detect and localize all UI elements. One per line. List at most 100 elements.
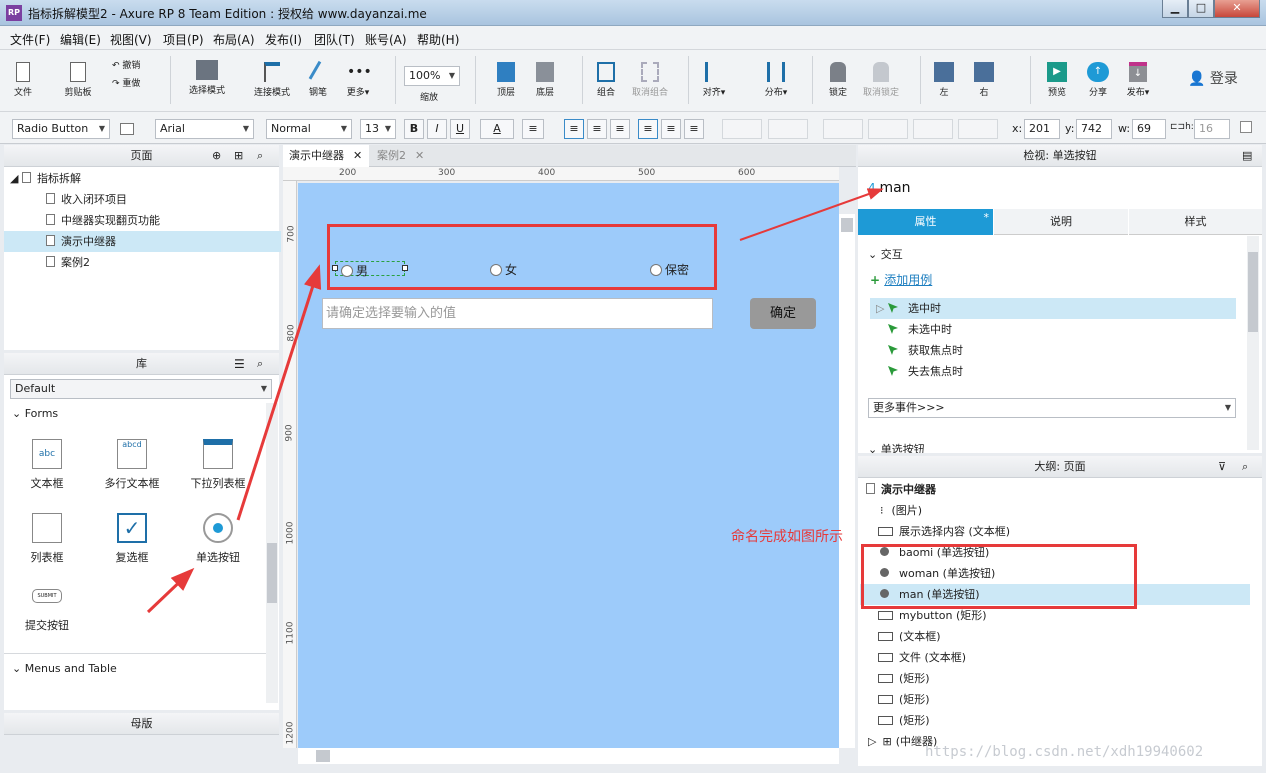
font-style-select[interactable]: Normal ▼ bbox=[266, 119, 352, 139]
outline-item-image[interactable]: ⁝ (图片) bbox=[860, 500, 1250, 521]
outline-item-textbox2[interactable]: (文本框) bbox=[860, 626, 1250, 647]
minimize-button[interactable]: ▁ bbox=[1162, 0, 1188, 18]
selection-input[interactable]: 请确定选择要输入的值 bbox=[322, 298, 713, 329]
align-bottom-icon[interactable]: ≡ bbox=[684, 119, 704, 139]
lib-radio[interactable]: 单选按钮 bbox=[178, 513, 258, 565]
search-icon[interactable]: ⌕ bbox=[257, 145, 263, 167]
underline-button[interactable]: U bbox=[450, 119, 470, 139]
share-button[interactable]: ↑ 分享 bbox=[1087, 62, 1109, 98]
forms-section[interactable]: ⌄ Forms bbox=[12, 407, 58, 420]
page-root[interactable]: ◢ 指标拆解 bbox=[4, 168, 281, 189]
font-family-select[interactable]: Arial ▼ bbox=[155, 119, 254, 139]
outline-item-textbox[interactable]: 展示选择内容 (文本框) bbox=[860, 521, 1250, 542]
more-button[interactable]: ••• 更多▾ bbox=[344, 62, 372, 98]
x-input[interactable]: 201 bbox=[1024, 119, 1060, 139]
add-page-icon[interactable]: ⊕ bbox=[212, 145, 221, 167]
tab-properties[interactable]: 属性 * bbox=[858, 209, 993, 235]
preview-button[interactable]: ▶ 预览 bbox=[1046, 62, 1068, 98]
search-icon[interactable]: ⌕ bbox=[1242, 456, 1248, 478]
outline-item-rect3[interactable]: (矩形) bbox=[860, 710, 1250, 731]
menu-layout[interactable]: 布局(A) bbox=[213, 31, 255, 48]
lock-button[interactable]: 锁定 bbox=[826, 62, 850, 98]
filter-icon[interactable]: ⊽ bbox=[1218, 456, 1226, 478]
outline-item-rect2[interactable]: (矩形) bbox=[860, 689, 1250, 710]
h-input[interactable]: 16 bbox=[1194, 119, 1230, 139]
publish-button[interactable]: ↓ 发布▾ bbox=[1125, 62, 1151, 98]
outline-item-file[interactable]: 文件 (文本框) bbox=[860, 647, 1250, 668]
search-icon[interactable]: ⌕ bbox=[257, 353, 263, 375]
unlock-button[interactable]: 取消锁定 bbox=[862, 62, 900, 98]
tab-notes[interactable]: 说明 bbox=[994, 209, 1128, 235]
add-folder-icon[interactable]: ⊞ bbox=[234, 145, 243, 167]
connect-mode-button[interactable]: 连接模式 bbox=[252, 62, 292, 98]
style-edit-icon[interactable] bbox=[120, 123, 134, 135]
interaction-section[interactable]: ⌄ 交互 bbox=[868, 246, 903, 262]
file-button[interactable]: 文件 bbox=[10, 62, 36, 98]
shadow-icon[interactable] bbox=[768, 119, 808, 139]
lock-ratio-icon[interactable]: ⊏⊐h: bbox=[1170, 122, 1194, 132]
align-top-icon[interactable]: ≡ bbox=[638, 119, 658, 139]
menus-table-section[interactable]: ⌄ Menus and Table bbox=[12, 662, 117, 675]
line-style-icon[interactable] bbox=[913, 119, 953, 139]
bold-button[interactable]: B bbox=[404, 119, 424, 139]
pen-button[interactable]: 钢笔 bbox=[306, 60, 330, 98]
menu-help[interactable]: 帮助(H) bbox=[417, 31, 459, 48]
lib-checkbox[interactable]: ✓ 复选框 bbox=[92, 513, 172, 565]
menu-file[interactable]: 文件(F) bbox=[10, 31, 50, 48]
menu-team[interactable]: 团队(T) bbox=[314, 31, 355, 48]
lib-textbox[interactable]: abc 文本框 bbox=[7, 439, 87, 491]
canvas-scrollbar-v[interactable] bbox=[839, 214, 855, 748]
close-button[interactable]: ✕ bbox=[1214, 0, 1260, 18]
menu-view[interactable]: 视图(V) bbox=[110, 31, 152, 48]
tab-demo-repeater[interactable]: 演示中继器 ✕ bbox=[283, 145, 369, 167]
hidden-checkbox[interactable] bbox=[1240, 121, 1252, 133]
send-to-back-button[interactable]: 底层 bbox=[533, 62, 557, 98]
widget-name[interactable]: 4 man bbox=[868, 180, 911, 196]
line-width-icon[interactable] bbox=[868, 119, 908, 139]
undo-button[interactable]: ↶ 撤销 bbox=[112, 58, 140, 71]
event-on-unselected[interactable]: 未选中时 bbox=[870, 319, 1236, 340]
line-color-icon[interactable] bbox=[823, 119, 863, 139]
arrow-style-icon[interactable] bbox=[958, 119, 998, 139]
menu-publish[interactable]: 发布(I) bbox=[265, 31, 302, 48]
y-input[interactable]: 742 bbox=[1076, 119, 1112, 139]
page-item[interactable]: 中继器实现翻页功能 bbox=[4, 210, 281, 231]
align-right-icon[interactable]: ≡ bbox=[610, 119, 630, 139]
tab-style[interactable]: 样式 bbox=[1129, 209, 1262, 235]
bring-to-front-button[interactable]: 顶层 bbox=[494, 62, 518, 98]
menu-project[interactable]: 项目(P) bbox=[163, 31, 204, 48]
menu-icon[interactable]: ☰ bbox=[234, 353, 245, 375]
tab-case2[interactable]: 案例2 ✕ bbox=[371, 145, 429, 167]
lib-listbox[interactable]: 列表框 bbox=[7, 513, 87, 565]
lib-textarea[interactable]: abcd 多行文本框 bbox=[92, 439, 172, 491]
clipboard-button[interactable]: 剪贴板 bbox=[62, 62, 94, 98]
event-on-focus[interactable]: 获取焦点时 bbox=[870, 340, 1236, 361]
group-button[interactable]: 组合 bbox=[594, 62, 618, 98]
outline-item-rect1[interactable]: (矩形) bbox=[860, 668, 1250, 689]
inspector-scrollbar[interactable] bbox=[1247, 236, 1259, 450]
more-events-select[interactable]: 更多事件>>> ▼ bbox=[868, 398, 1236, 418]
select-mode-button[interactable]: 选择模式 bbox=[180, 60, 234, 96]
ungroup-button[interactable]: 取消组合 bbox=[630, 62, 670, 98]
event-on-blur[interactable]: 失去焦点时 bbox=[870, 361, 1236, 382]
align-button[interactable]: 对齐▾ bbox=[700, 62, 728, 98]
login-button[interactable]: 👤 登录 bbox=[1188, 68, 1238, 88]
add-case-link[interactable]: + 添加用例 bbox=[870, 271, 932, 288]
menu-account[interactable]: 账号(A) bbox=[365, 31, 407, 48]
event-on-selected[interactable]: ▷ 选中时 bbox=[870, 298, 1236, 319]
close-icon[interactable]: ✕ bbox=[353, 145, 362, 167]
page-item[interactable]: 案例2 bbox=[4, 252, 281, 273]
confirm-button[interactable]: 确定 bbox=[750, 298, 816, 329]
widget-type-select[interactable]: Radio Button ▼ bbox=[12, 119, 110, 139]
w-input[interactable]: 69 bbox=[1132, 119, 1166, 139]
fill-color-icon[interactable] bbox=[722, 119, 762, 139]
align-middle-icon[interactable]: ≡ bbox=[661, 119, 681, 139]
close-icon[interactable]: ✕ bbox=[415, 145, 424, 167]
font-color-button[interactable]: A bbox=[480, 119, 514, 139]
library-scrollbar[interactable] bbox=[266, 403, 278, 703]
align-left-icon[interactable]: ≡ bbox=[564, 119, 584, 139]
align-center-icon[interactable]: ≡ bbox=[587, 119, 607, 139]
notes-icon[interactable]: ▤ bbox=[1242, 145, 1252, 167]
canvas-scrollbar-h[interactable] bbox=[298, 748, 839, 764]
right-button[interactable]: 右 bbox=[973, 62, 995, 98]
